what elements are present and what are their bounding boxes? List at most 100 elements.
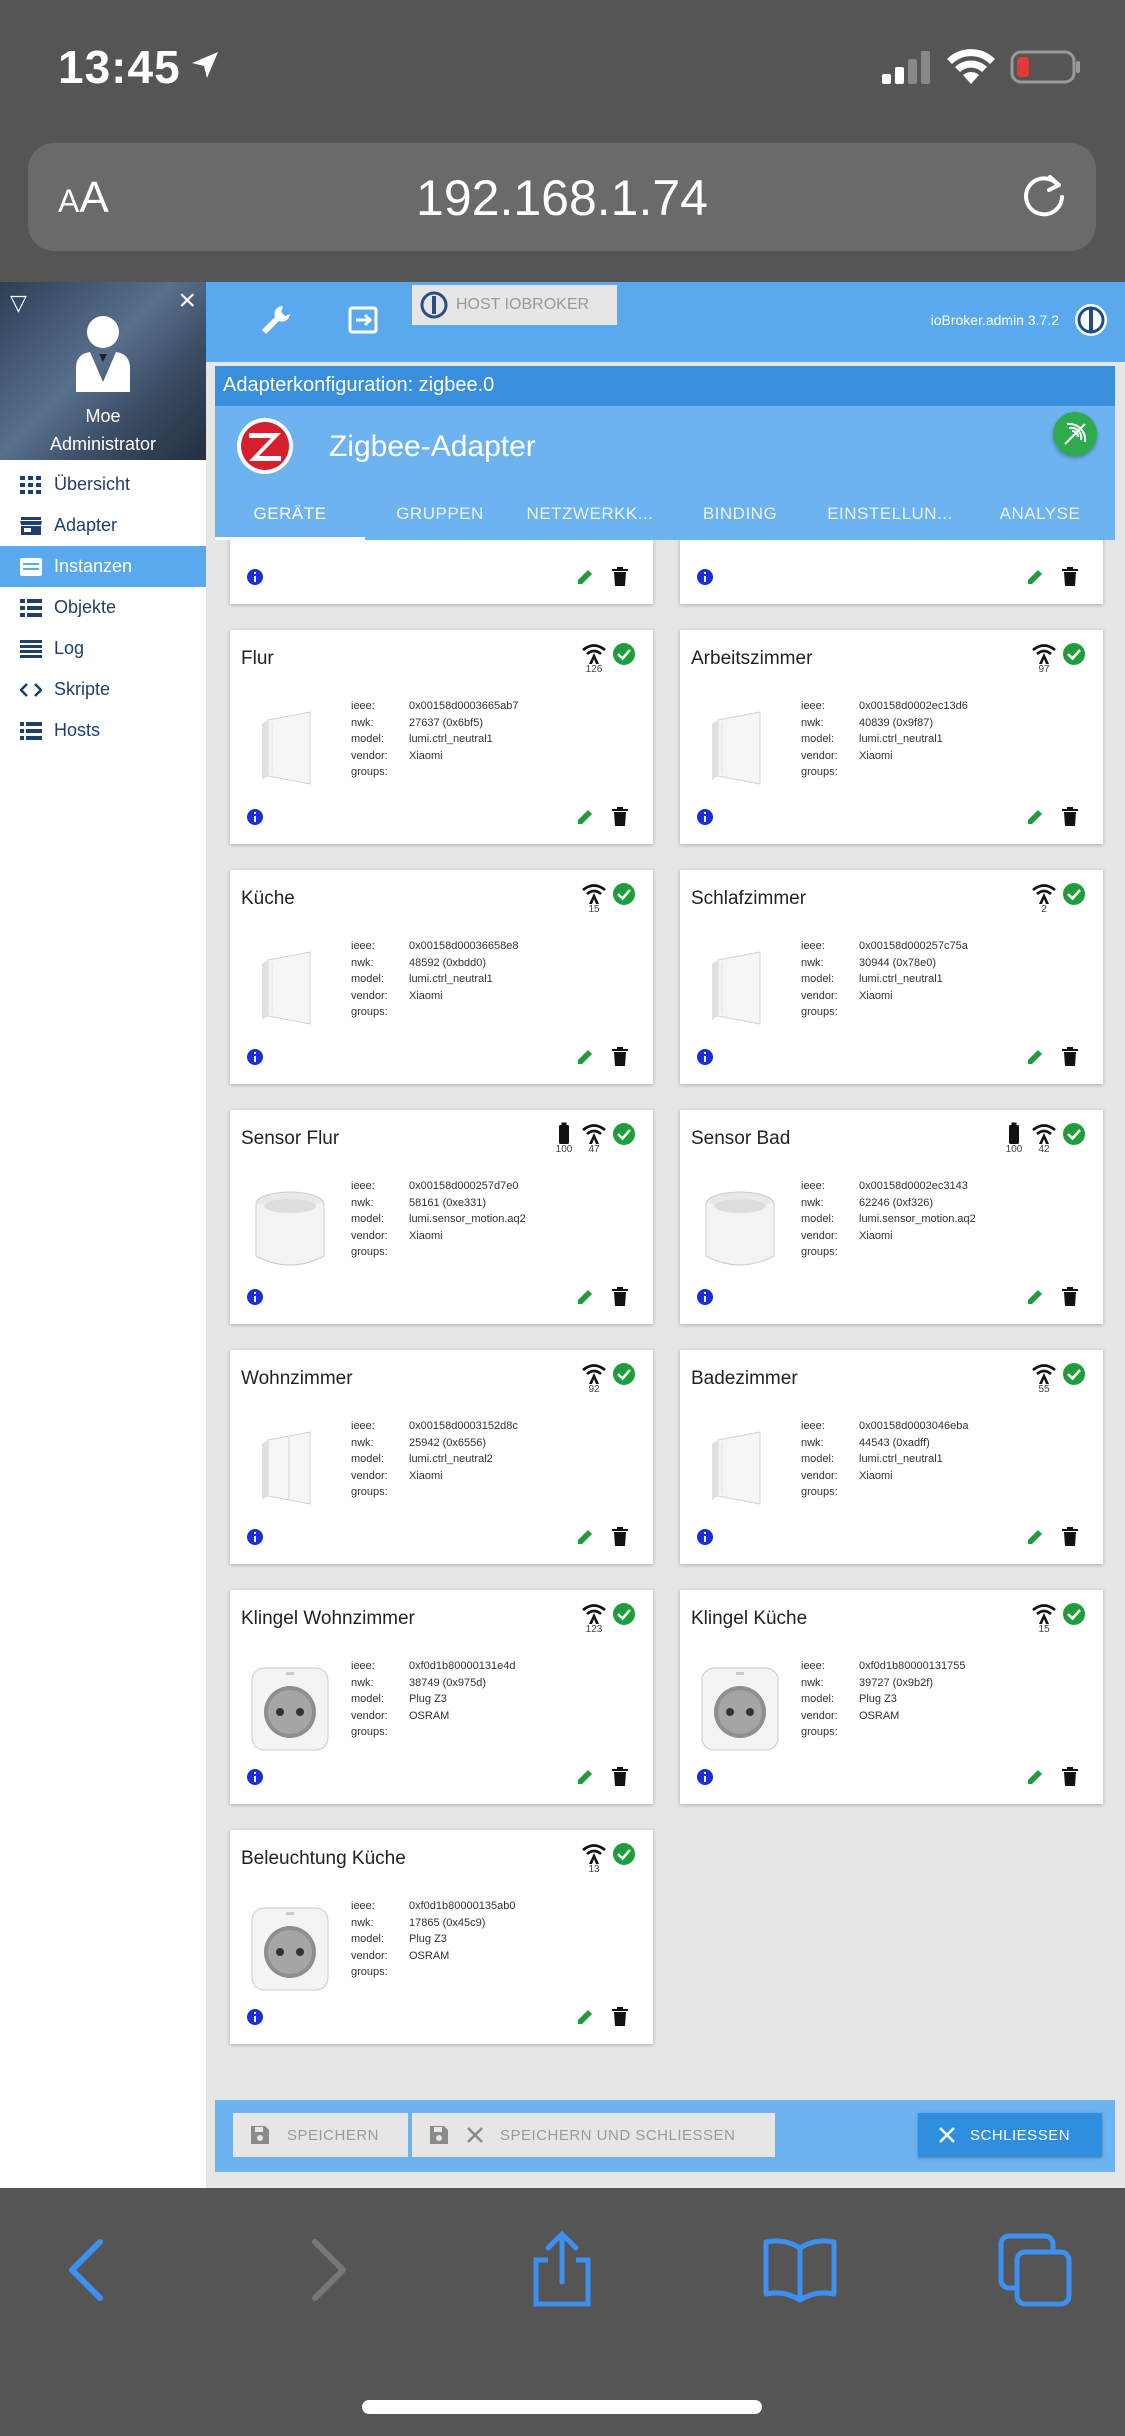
info-icon[interactable] (696, 1048, 714, 1066)
info-label: nwk: (351, 1676, 374, 1689)
info-value: lumi.ctrl_neutral1 (409, 973, 493, 985)
share-icon[interactable] (522, 2230, 602, 2310)
edit-icon[interactable] (575, 2007, 595, 2027)
info-label: nwk: (801, 1436, 824, 1449)
delete-icon[interactable] (611, 1527, 629, 1547)
device-image (712, 951, 761, 1025)
battery-icon (1009, 1122, 1019, 1144)
info-value: lumi.ctrl_neutral1 (409, 733, 493, 745)
iobroker-logo-icon (420, 291, 448, 319)
forward-icon[interactable] (285, 2230, 365, 2310)
delete-icon[interactable] (611, 1287, 629, 1307)
info-row-nwk: nwk: 30944 (0x78e0) (801, 955, 968, 972)
device-info-table: ieee: 0x00158d0002ec13d6 nwk: 40839 (0x9f87… (801, 698, 968, 781)
tab-geraete[interactable]: GERÄTE (215, 490, 365, 540)
bookmarks-icon[interactable] (760, 2230, 840, 2310)
tabs-icon[interactable] (995, 2230, 1075, 2310)
edit-icon[interactable] (575, 1047, 595, 1067)
host-selector-button[interactable]: HOST IOBROKER (412, 285, 617, 325)
link-quality-value: 97 (1038, 664, 1050, 675)
edit-icon[interactable] (575, 567, 595, 587)
device-name: Arbeitszimmer (691, 648, 813, 669)
info-label: vendor: (801, 989, 838, 1002)
info-icon[interactable] (696, 808, 714, 826)
sidebar-item-uebersicht[interactable]: Übersicht (0, 464, 206, 505)
edit-icon[interactable] (1025, 1527, 1045, 1547)
info-icon[interactable] (246, 1288, 264, 1306)
reload-icon[interactable] (1018, 171, 1070, 223)
info-icon[interactable] (246, 2008, 264, 2026)
tab-gruppen[interactable]: GRUPPEN (365, 490, 515, 540)
browser-url-bar[interactable]: AA 192.168.1.74 (28, 143, 1096, 251)
device-image (251, 1907, 329, 1991)
tab-netzwerkkarte[interactable]: NETZWERKK... (515, 490, 665, 540)
delete-icon[interactable] (611, 1047, 629, 1067)
info-row-vendor: vendor: Xiaomi (351, 988, 519, 1005)
close-button[interactable]: SCHLIESSEN (918, 2113, 1102, 2157)
info-row-model: model: lumi.ctrl_neutral1 (801, 971, 968, 988)
close-sidebar-icon[interactable]: × (178, 284, 196, 318)
info-icon[interactable] (246, 1768, 264, 1786)
edit-icon[interactable] (575, 1527, 595, 1547)
edit-icon[interactable] (575, 807, 595, 827)
info-value: lumi.ctrl_neutral2 (409, 1453, 493, 1465)
sidebar-item-instanzen[interactable]: Instanzen (0, 546, 206, 587)
info-icon[interactable] (246, 808, 264, 826)
edit-icon[interactable] (575, 1287, 595, 1307)
tab-binding[interactable]: BINDING (665, 490, 815, 540)
info-icon[interactable] (696, 568, 714, 586)
delete-icon[interactable] (1061, 1047, 1079, 1067)
delete-icon[interactable] (1061, 1527, 1079, 1547)
sidebar: ▽ × Moe Administrator Übersicht Adapter … (0, 282, 206, 2188)
edit-icon[interactable] (1025, 567, 1045, 587)
sidebar-item-adapter[interactable]: Adapter (0, 505, 206, 546)
sidebar-item-hosts[interactable]: Hosts (0, 710, 206, 751)
edit-icon[interactable] (1025, 1767, 1045, 1787)
info-icon[interactable] (696, 1528, 714, 1546)
info-row-groups: groups: (801, 764, 968, 781)
edit-icon[interactable] (1025, 1047, 1045, 1067)
wrench-icon[interactable] (258, 302, 294, 338)
edit-icon[interactable] (575, 1767, 595, 1787)
sidebar-item-skripte[interactable]: Skripte (0, 669, 206, 710)
info-icon[interactable] (696, 1288, 714, 1306)
info-icon[interactable] (246, 568, 264, 586)
delete-icon[interactable] (1061, 567, 1079, 587)
info-label: nwk: (351, 1196, 374, 1209)
info-row-vendor: vendor: Xiaomi (351, 1228, 526, 1245)
info-row-groups: groups: (351, 1484, 518, 1501)
delete-icon[interactable] (611, 1767, 629, 1787)
info-icon[interactable] (246, 1048, 264, 1066)
collapse-triangle-icon[interactable]: ▽ (10, 290, 27, 316)
info-row-ieee: ieee: 0x00158d0003046eba (801, 1418, 969, 1435)
edit-icon[interactable] (1025, 1287, 1045, 1307)
tab-analyse[interactable]: ANALYSE (965, 490, 1115, 540)
info-label: groups: (351, 766, 388, 778)
log-icon (20, 639, 42, 658)
info-icon[interactable] (246, 1528, 264, 1546)
exit-icon[interactable] (346, 302, 382, 338)
delete-icon[interactable] (1061, 1287, 1079, 1307)
save-and-close-button[interactable]: SPEICHERN UND SCHLIESSEN (412, 2113, 775, 2157)
delete-icon[interactable] (611, 807, 629, 827)
delete-icon[interactable] (611, 2007, 629, 2027)
delete-icon[interactable] (1061, 1767, 1079, 1787)
save-button[interactable]: SPEICHERN (233, 2113, 408, 2157)
info-row-groups: groups: (351, 764, 519, 781)
pairing-button[interactable] (1053, 412, 1097, 456)
sidebar-item-objekte[interactable]: Objekte (0, 587, 206, 628)
info-icon[interactable] (696, 1768, 714, 1786)
back-icon[interactable] (50, 2230, 130, 2310)
edit-icon[interactable] (1025, 807, 1045, 827)
url-text[interactable]: 192.168.1.74 (28, 169, 1096, 227)
info-row-ieee: ieee: 0x00158d00036658e8 (351, 938, 519, 955)
iobroker-logo-icon[interactable] (1073, 302, 1109, 338)
main-area: HOST IOBROKER ioBroker.admin 3.7.2 Adapt… (206, 282, 1125, 2188)
delete-icon[interactable] (611, 567, 629, 587)
sidebar-item-log[interactable]: Log (0, 628, 206, 669)
delete-icon[interactable] (1061, 807, 1079, 827)
info-label: model: (351, 1693, 385, 1705)
tab-einstellungen[interactable]: EINSTELLUN... (815, 490, 965, 540)
link-quality-value: 55 (1038, 1384, 1050, 1395)
info-row-groups: groups: (801, 1724, 965, 1741)
